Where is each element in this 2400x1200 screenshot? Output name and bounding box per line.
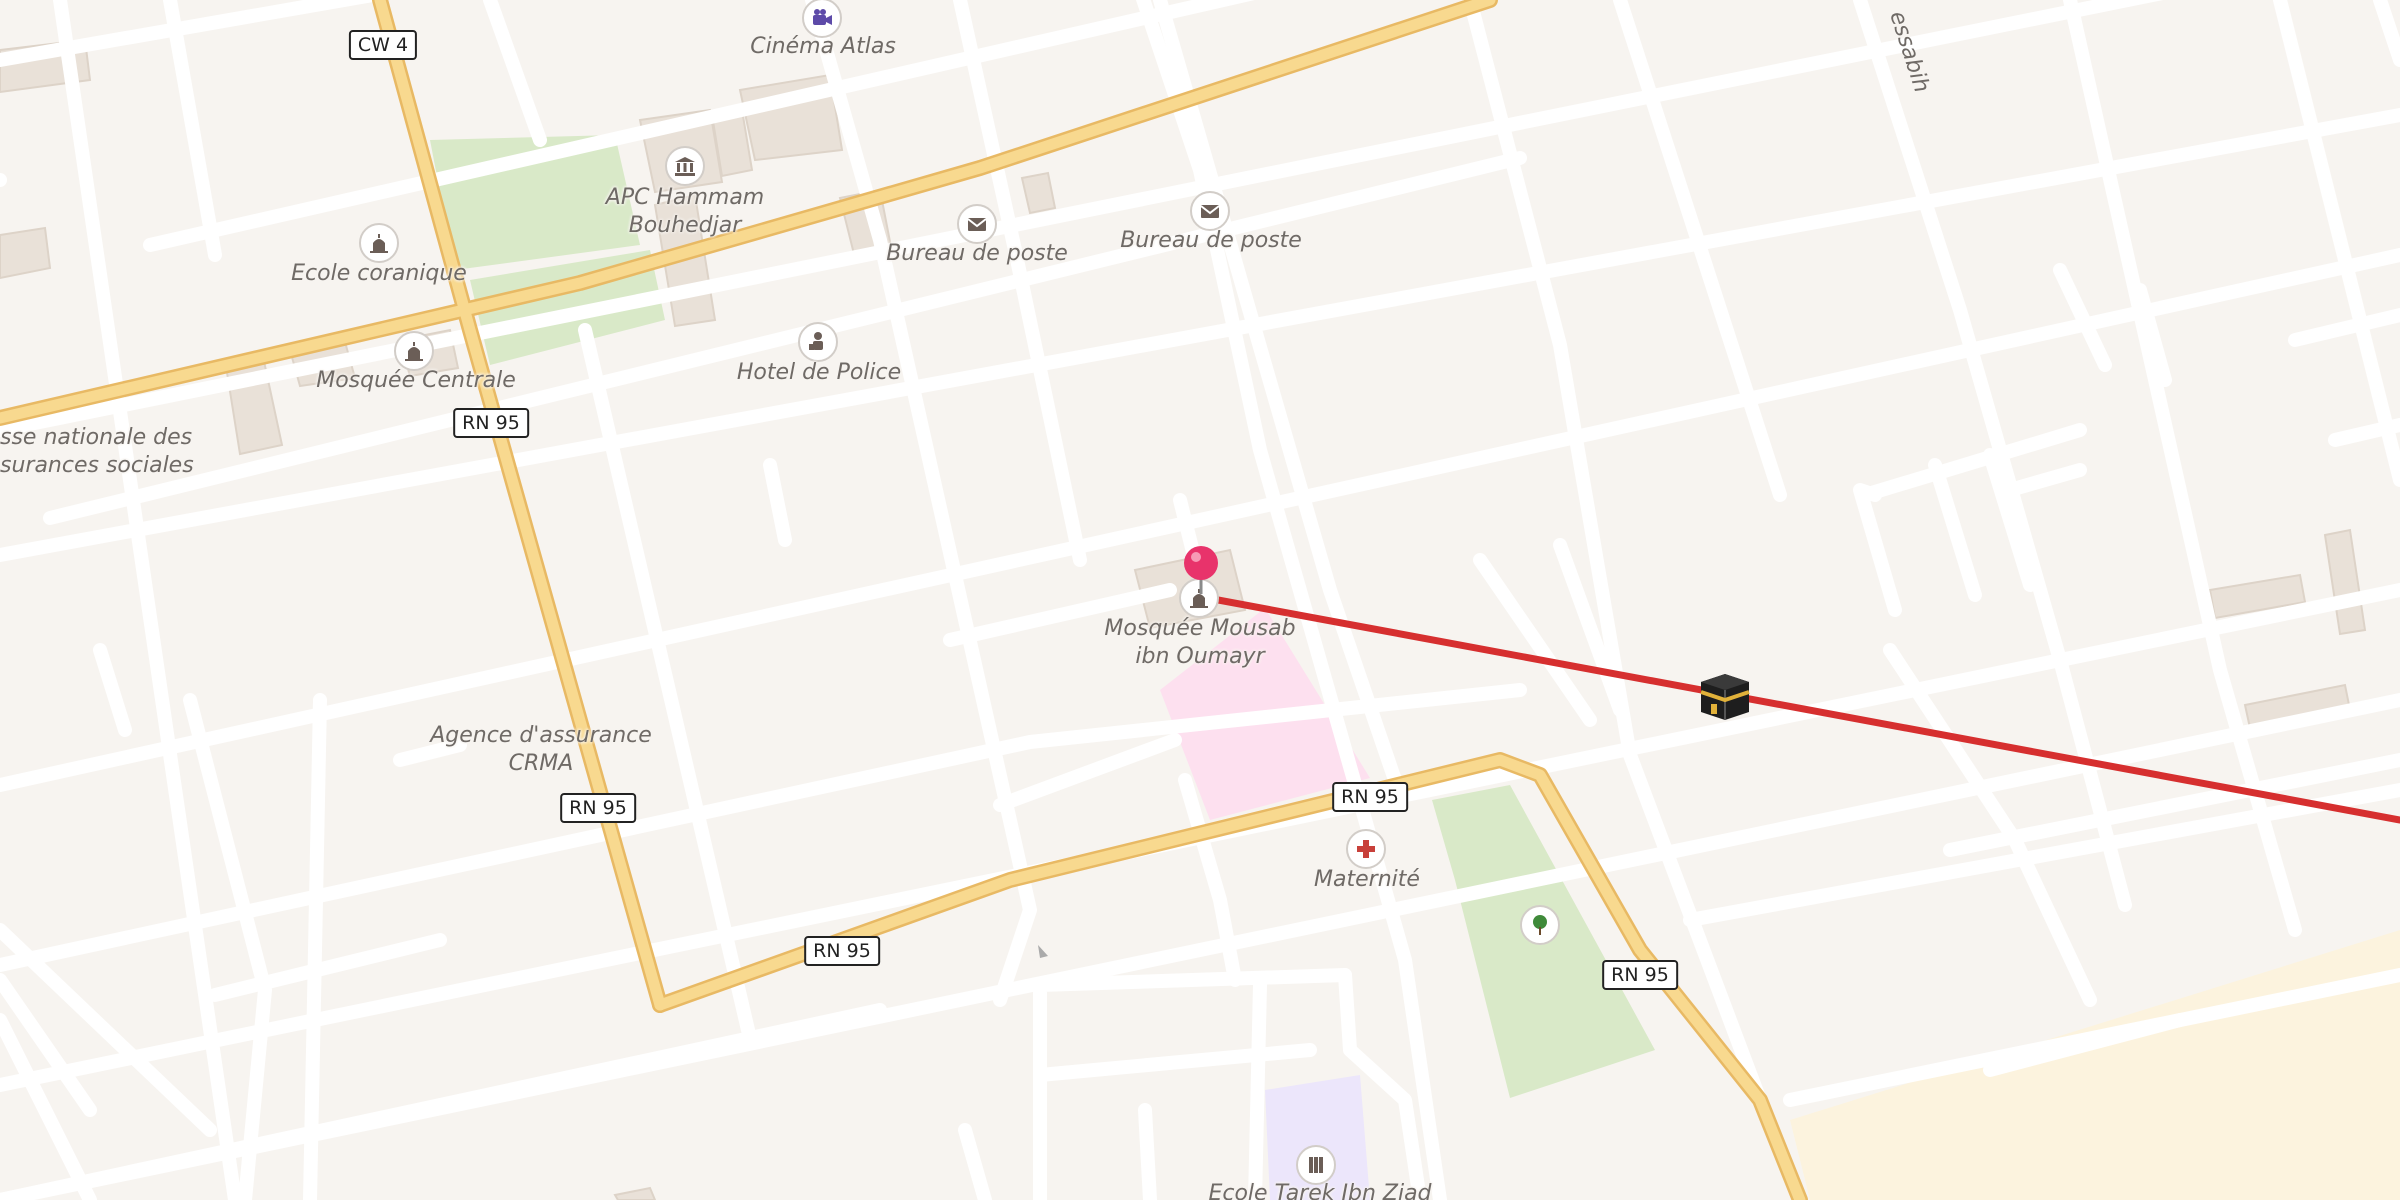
place-label-mosquee-centrale[interactable]: Mosquée Centrale bbox=[316, 367, 516, 395]
road-shield-rn95: RN 95 bbox=[1602, 960, 1678, 990]
post-office-icon[interactable] bbox=[957, 204, 997, 244]
place-label-mosquee-mousab[interactable]: Mosquée Mousab ibn Oumayr bbox=[1104, 615, 1295, 671]
road-shield-rn95: RN 95 bbox=[804, 936, 880, 966]
police-icon[interactable] bbox=[798, 322, 838, 362]
park-tree-icon[interactable] bbox=[1520, 905, 1560, 945]
place-label-ecole-tarek[interactable]: Ecole Tarek Ibn Ziad bbox=[1208, 1180, 1431, 1200]
hospital-icon[interactable] bbox=[1346, 829, 1386, 869]
place-label-bureau-de-poste[interactable]: Bureau de poste bbox=[1120, 227, 1302, 255]
post-office-icon[interactable] bbox=[1190, 191, 1230, 231]
place-label-ecole-coranique[interactable]: Ecole coranique bbox=[291, 260, 467, 288]
mosque-icon[interactable] bbox=[394, 331, 434, 371]
place-label-apc[interactable]: APC Hammam Bouhedjar bbox=[606, 184, 764, 240]
place-label-maternite[interactable]: Maternité bbox=[1314, 866, 1420, 894]
mosque-icon[interactable] bbox=[359, 223, 399, 263]
road-shield-rn95: RN 95 bbox=[1332, 782, 1408, 812]
place-label-cinema-atlas[interactable]: Cinéma Atlas bbox=[750, 33, 896, 61]
location-pin-icon[interactable] bbox=[1182, 544, 1220, 594]
industrial-area bbox=[1790, 930, 2400, 1200]
map-view[interactable]: essabih CW 4 RN 95 RN 95 RN 95 RN 95 RN … bbox=[0, 0, 2400, 1200]
place-label-bureau-de-poste[interactable]: Bureau de poste bbox=[886, 240, 1068, 268]
town-hall-icon[interactable] bbox=[665, 146, 705, 186]
road-shield-rn95: RN 95 bbox=[453, 408, 529, 438]
place-label-cnas[interactable]: sse nationale des surances sociales bbox=[0, 424, 194, 480]
one-way-arrow-icon bbox=[1038, 945, 1048, 958]
kaaba-icon[interactable] bbox=[1697, 668, 1753, 724]
place-label-agence-crma[interactable]: Agence d'assurance CRMA bbox=[430, 722, 652, 778]
school-icon[interactable] bbox=[1296, 1145, 1336, 1185]
place-label-hotel-de-police[interactable]: Hotel de Police bbox=[737, 359, 901, 387]
road-shield-rn95: RN 95 bbox=[560, 793, 636, 823]
road-shield-cw4: CW 4 bbox=[348, 30, 418, 60]
